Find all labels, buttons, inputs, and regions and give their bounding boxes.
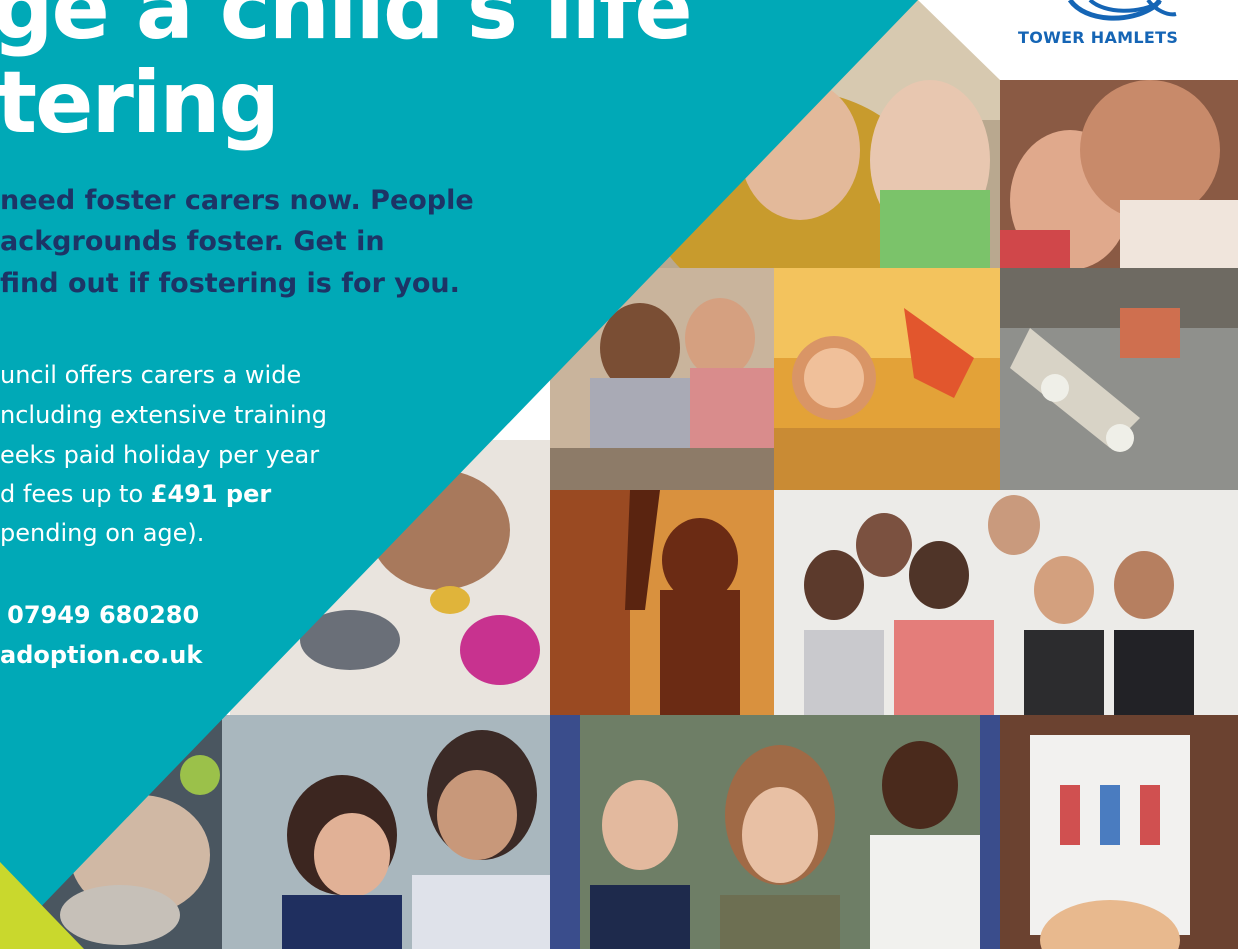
body-text-line-1: uncil offers carers a wide: [0, 361, 302, 389]
photo-group-of-foster-carers: [774, 490, 1238, 715]
photo-silhouette-holding-hands: [550, 490, 774, 715]
headline-line-2: tering: [0, 53, 280, 153]
photo-skateboard: [1000, 268, 1238, 490]
photo-woman-hugging-girl: [222, 715, 550, 949]
council-swoosh-logo-icon: [1067, 0, 1177, 21]
body-text-line-3: eeks paid holiday per year: [0, 441, 320, 469]
fostering-advert: ge a child's life tering need foster car…: [0, 0, 1238, 949]
body-text-line-2: ncluding extensive training: [0, 401, 327, 429]
body-text-line-4: d fees up to £491 per: [0, 482, 271, 506]
photo-baking-flour-hands: [0, 715, 222, 949]
logo-council-name: TOWER HAMLETS: [1018, 28, 1179, 47]
headline-line-1: ge a child's life: [0, 0, 693, 59]
photo-child-drawing-family: [1000, 715, 1238, 949]
lead-text-line-1: need foster carers now. People: [0, 185, 474, 216]
contact-phone: / 07949 680280: [0, 601, 200, 629]
body-text-fee-amount: £491 per: [150, 480, 272, 508]
photo-football-kick-sunset: [774, 268, 1000, 490]
photo-children-baking: [550, 268, 774, 490]
photo-woman-with-two-boys: [550, 715, 1000, 949]
contact-website: adoption.co.uk: [0, 641, 203, 669]
photo-hijab-woman-and-child: [640, 0, 1000, 270]
body-text-line-5: pending on age).: [0, 519, 205, 547]
body-text-fees: d fees up to: [0, 480, 151, 508]
lead-text-line-3: find out if fostering is for you.: [0, 268, 460, 299]
photo-parent-cuddling-child: [1000, 80, 1238, 270]
lead-text-line-2: ackgrounds foster. Get in: [0, 226, 385, 257]
photo-paint-covered-hand: [230, 440, 550, 715]
